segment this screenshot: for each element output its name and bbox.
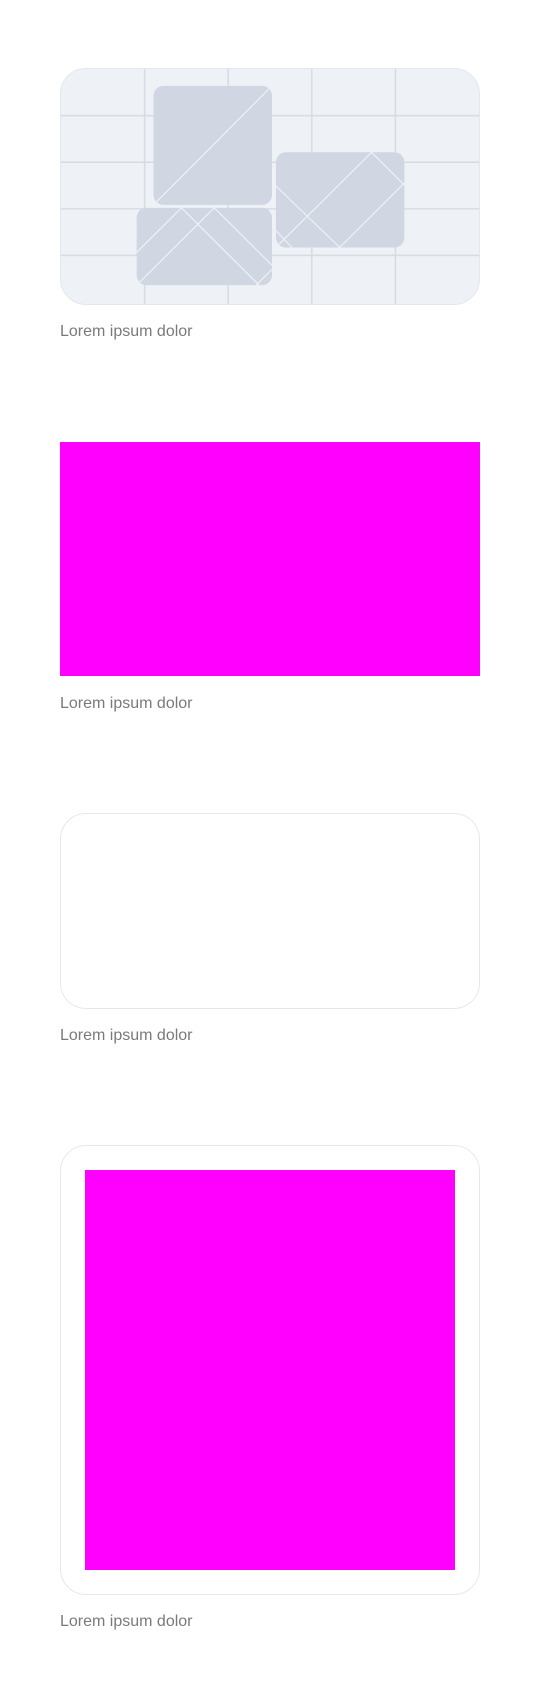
item-caption: Lorem ipsum dolor	[60, 323, 193, 340]
magenta-image-block	[85, 1170, 455, 1570]
empty-card	[60, 813, 480, 1009]
placeholder-tile-b	[136, 207, 273, 286]
item-caption: Lorem ipsum dolor	[60, 1613, 193, 1630]
framed-image-card	[60, 1145, 480, 1595]
placeholder-illustration	[61, 69, 479, 304]
magenta-image-block	[60, 442, 480, 676]
image-placeholder-card	[60, 68, 480, 305]
placeholder-tile-c	[275, 151, 405, 248]
placeholder-tile-a	[153, 85, 273, 206]
item-caption: Lorem ipsum dolor	[60, 695, 193, 712]
item-caption: Lorem ipsum dolor	[60, 1027, 193, 1044]
